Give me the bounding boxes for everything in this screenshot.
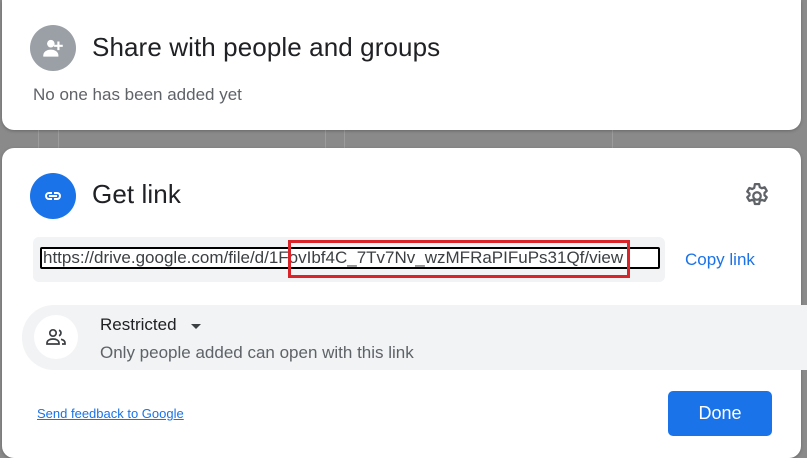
copy-link-button[interactable]: Copy link <box>685 250 755 270</box>
access-level-dropdown[interactable]: Restricted <box>100 315 201 335</box>
link-icon <box>45 192 61 200</box>
access-level-label: Restricted <box>100 315 177 334</box>
send-feedback-link[interactable]: Send feedback to Google <box>37 406 184 421</box>
link-avatar <box>30 173 76 219</box>
link-url-container <box>33 237 665 282</box>
share-avatar <box>30 25 76 71</box>
get-link-title: Get link <box>92 179 181 209</box>
link-url-field[interactable] <box>40 247 660 269</box>
gear-icon[interactable] <box>742 181 772 211</box>
access-description: Only people added can open with this lin… <box>100 343 414 362</box>
share-title: Share with people and groups <box>92 32 441 62</box>
people-icon <box>46 328 66 345</box>
chevron-down-icon <box>190 323 201 329</box>
access-avatar <box>34 315 78 359</box>
share-dialog <box>2 0 801 130</box>
done-button[interactable]: Done <box>668 391 772 436</box>
add-person-icon <box>43 39 63 57</box>
share-subtitle: No one has been added yet <box>33 85 242 104</box>
